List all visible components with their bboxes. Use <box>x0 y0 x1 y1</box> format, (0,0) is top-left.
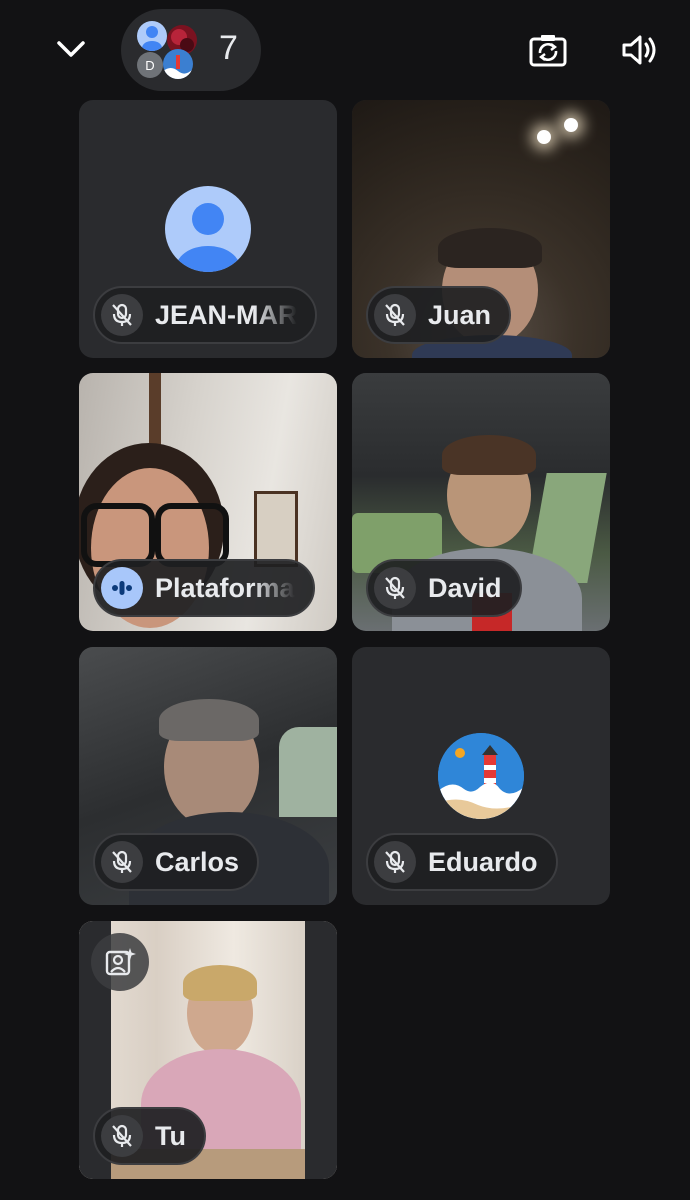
lighthouse-avatar-icon <box>438 733 524 819</box>
participant-name-chip: David <box>366 559 522 617</box>
participants-button[interactable]: D 7 <box>121 9 261 91</box>
mic-off-icon <box>374 841 416 883</box>
participant-name: Carlos <box>155 846 240 877</box>
audio-output-button[interactable] <box>620 30 660 70</box>
participant-tile[interactable]: David <box>352 373 610 631</box>
mic-off-icon <box>374 294 416 336</box>
mic-off-icon <box>101 294 143 336</box>
participant-name-chip: Tu <box>93 1107 206 1165</box>
mic-off-icon <box>101 1115 143 1157</box>
participant-name: Juan <box>428 299 492 330</box>
participant-mini-avatar-initial: D <box>137 52 163 78</box>
participant-name: Eduardo <box>428 846 538 877</box>
participant-tile[interactable]: Carlos <box>79 647 337 905</box>
speaking-indicator-icon <box>101 567 143 609</box>
participant-name-chip: Juan <box>366 286 512 344</box>
participant-mini-avatar <box>137 21 167 51</box>
participant-name: Plataforma <box>155 572 295 603</box>
speaker-icon <box>622 35 656 65</box>
participant-name-chip: JEAN-MARIE <box>93 286 317 344</box>
switch-camera-button[interactable] <box>528 30 568 70</box>
participant-tile[interactable]: Eduardo <box>352 647 610 905</box>
collapse-call-button[interactable] <box>50 28 92 70</box>
participant-name-chip: Carlos <box>93 833 260 891</box>
participant-name: David <box>428 572 502 603</box>
participant-name: Tu <box>155 1120 186 1151</box>
participant-tile[interactable]: Plataforma <box>79 373 337 631</box>
self-view-tile[interactable]: Tu <box>79 921 337 1179</box>
participant-name-chip: Eduardo <box>366 833 558 891</box>
chevron-down-icon <box>57 41 85 57</box>
mic-off-icon <box>101 841 143 883</box>
participant-mini-avatar <box>163 49 193 79</box>
mic-off-icon <box>374 567 416 609</box>
image-sparkle-icon <box>105 948 136 976</box>
call-top-bar: D 7 <box>0 0 690 100</box>
participant-count: 7 <box>219 29 238 67</box>
participant-name-chip: Plataforma <box>93 559 315 617</box>
camera-flip-icon <box>529 35 567 67</box>
participant-tile[interactable]: Juan <box>352 100 610 358</box>
default-avatar-icon <box>165 186 251 272</box>
participant-tile[interactable]: JEAN-MARIE <box>79 100 337 358</box>
visual-effects-button[interactable] <box>91 933 149 991</box>
participant-name: JEAN-MARIE <box>155 299 297 330</box>
